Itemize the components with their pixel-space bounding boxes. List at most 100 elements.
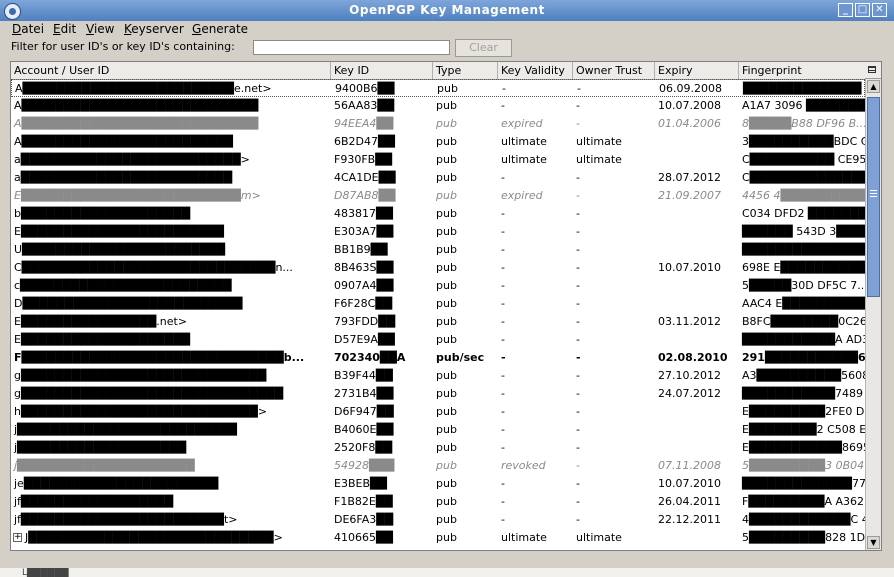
cell-owner-trust: - xyxy=(576,441,580,454)
table-row[interactable]: g███████████████████████████████ 2731B4██… xyxy=(11,385,865,403)
cell-fingerprint: E███████████8695 24... xyxy=(742,441,865,454)
cell-type: pub xyxy=(436,477,457,490)
table-row[interactable]: A████████████████████████████ 56AA83██ pub… xyxy=(11,97,865,115)
cell-key-id: 702340██A xyxy=(334,351,406,364)
close-button[interactable]: ✕ xyxy=(872,3,887,17)
cell-type: pub xyxy=(436,261,457,274)
table-row[interactable]: E████████████████.net> 793FDD██ pub - - 03.11… xyxy=(11,313,865,331)
table-row[interactable]: j██████████████████████████ B4060E██ pub - -… xyxy=(11,421,865,439)
cell-owner-trust: - xyxy=(576,513,580,526)
cell-type: pub xyxy=(437,82,458,95)
menu-datei[interactable]: Datei xyxy=(12,22,44,36)
table-row[interactable]: j█████████████████████ 54928███ pub revoked… xyxy=(11,457,865,475)
scroll-up-icon[interactable]: ▲ xyxy=(867,80,880,93)
cell-fingerprint: 291███████████68E5 ... xyxy=(742,351,865,364)
cell-owner-trust: - xyxy=(576,369,580,382)
table-row[interactable]: c█████████████████████████ 0907A4██ pub - - 5… xyxy=(11,277,865,295)
scroll-down-icon[interactable]: ▼ xyxy=(867,536,880,549)
column-header-type[interactable]: Type xyxy=(433,62,498,79)
table-row[interactable]: a█████████████████████████ 4CA1DE██ pub - - 2… xyxy=(11,169,865,187)
table-row[interactable]: je███████████████████████ E3BEB██ pub - - 10.… xyxy=(11,475,865,493)
table-header: Account / User ID Key ID Type Key Validi… xyxy=(11,62,865,80)
table-row[interactable]: E████████████████████████ E303A7██ pub - - ██… xyxy=(11,223,865,241)
cell-type: pub xyxy=(436,423,457,436)
cell-fingerprint: AAC4 E█████████████04... xyxy=(742,297,865,310)
table-row[interactable]: E██████████████████████████m> D87AB8██ pub… xyxy=(11,187,865,205)
cell-user-id: je███████████████████████ xyxy=(14,477,219,490)
cell-key-validity: revoked xyxy=(501,459,546,472)
vertical-scrollbar[interactable]: ▲ ▼ xyxy=(865,79,881,550)
cell-type: pub/sec xyxy=(436,351,485,364)
cell-key-validity: - xyxy=(501,99,505,112)
column-header-owner-trust[interactable]: Owner Trust xyxy=(573,62,655,79)
cell-key-id: BB1B9██ xyxy=(334,243,388,256)
cell-key-id: D87AB8██ xyxy=(334,189,396,202)
cell-key-validity: - xyxy=(501,279,505,292)
cell-owner-trust: - xyxy=(576,99,580,112)
cell-expiry xyxy=(655,331,739,349)
menu-generate[interactable]: Generate xyxy=(192,22,248,36)
cell-user-id: E████████████████████ xyxy=(14,333,191,346)
cell-key-validity: ultimate xyxy=(501,135,547,148)
scroll-thumb[interactable] xyxy=(867,97,880,297)
cell-expiry xyxy=(655,529,739,547)
table-row[interactable]: jf██████████████████ F1B82E██ pub - - 26.04.2… xyxy=(11,493,865,511)
cell-expiry xyxy=(655,403,739,421)
table-row[interactable]: C██████████████████████████████n... 8B463… xyxy=(11,259,865,277)
table-row[interactable]: E████████████████████ D57E9A██ pub - - ██████… xyxy=(11,331,865,349)
cell-expiry: 21.09.2007 xyxy=(658,189,721,202)
cell-key-id: F1B82E██ xyxy=(334,495,393,508)
table-row[interactable]: h████████████████████████████> D6F947██ pu… xyxy=(11,403,865,421)
table-row[interactable]: a██████████████████████████> F930FB██ pub u… xyxy=(11,151,865,169)
cell-user-id: jf████████████████████████t> xyxy=(14,513,238,526)
table-row[interactable]: A█████████████████████████e.net> 9400B6██… xyxy=(11,79,866,97)
cell-fingerprint: A1A7 3096 ████████████... xyxy=(742,99,865,112)
cell-fingerprint: ████████████████A 88... xyxy=(742,243,865,256)
cell-type: pub xyxy=(436,243,457,256)
cell-expiry xyxy=(655,241,739,259)
table-row[interactable]: F███████████████████████████████b... 7023… xyxy=(11,349,865,367)
menu-edit[interactable]: Edit xyxy=(53,22,76,36)
cell-user-id: j██████████████████████████ xyxy=(14,423,238,436)
table-row[interactable]: jf████████████████████████t> DE6FA3██ pub -… xyxy=(11,511,865,529)
table-row[interactable]: b████████████████████ 483817██ pub - - C034 D… xyxy=(11,205,865,223)
table-row[interactable]: A█████████████████████████ 6B2D47██ pub ult… xyxy=(11,133,865,151)
cell-fingerprint: ███████████7489 0E... xyxy=(742,387,865,400)
filter-input[interactable] xyxy=(253,40,450,55)
cell-expiry: 01.04.2006 xyxy=(658,117,721,130)
column-header-key-validity[interactable]: Key Validity xyxy=(498,62,573,79)
cell-owner-trust: - xyxy=(576,225,580,238)
table-row[interactable]: J█████████████████████████████> 410665██ p… xyxy=(11,529,865,547)
clear-button[interactable]: Clear xyxy=(455,39,512,57)
cell-owner-trust: - xyxy=(576,279,580,292)
cell-user-id: E████████████████████████ xyxy=(14,225,224,238)
cell-key-validity: - xyxy=(501,297,505,310)
column-header-keyid[interactable]: Key ID xyxy=(331,62,433,79)
table-row[interactable]: U████████████████████████ BB1B9██ pub - - ███… xyxy=(11,241,865,259)
cell-expiry: 07.11.2008 xyxy=(658,459,721,472)
cell-key-validity: - xyxy=(501,207,505,220)
cell-type: pub xyxy=(436,333,457,346)
maximize-button[interactable]: □ xyxy=(855,3,870,17)
key-table[interactable]: Account / User ID Key ID Type Key Validi… xyxy=(10,61,882,551)
cell-key-validity: - xyxy=(501,495,505,508)
cell-key-id: E3BEB██ xyxy=(334,477,387,490)
table-row[interactable]: A████████████████████████████ 94EEA4██ pub… xyxy=(11,115,865,133)
expand-icon[interactable]: + xyxy=(13,533,22,542)
cell-user-id: A████████████████████████████ xyxy=(14,99,259,112)
column-header-fingerprint[interactable]: Fingerprint xyxy=(739,62,865,79)
cell-key-id: D57E9A██ xyxy=(334,333,395,346)
column-picker-icon[interactable] xyxy=(865,62,881,79)
minimize-button[interactable]: _ xyxy=(838,3,853,17)
cell-fingerprint: A3██████████5608 B7... xyxy=(742,369,865,382)
menu-view[interactable]: View xyxy=(86,22,114,36)
title-bar: OpenPGP Key Management _ □ ✕ xyxy=(0,0,894,21)
cell-user-id: F███████████████████████████████b... xyxy=(14,351,305,364)
column-header-account[interactable]: Account / User ID xyxy=(11,62,331,79)
cell-key-validity: - xyxy=(501,387,505,400)
table-row[interactable]: g█████████████████████████████ B39F44██ pu… xyxy=(11,367,865,385)
table-row[interactable]: j████████████████████ 2520F8██ pub - - E█████… xyxy=(11,439,865,457)
menu-keyserver[interactable]: Keyserver xyxy=(124,22,184,36)
column-header-expiry[interactable]: Expiry xyxy=(655,62,739,79)
table-row[interactable]: D██████████████████████████ F6F28C██ pub - -… xyxy=(11,295,865,313)
